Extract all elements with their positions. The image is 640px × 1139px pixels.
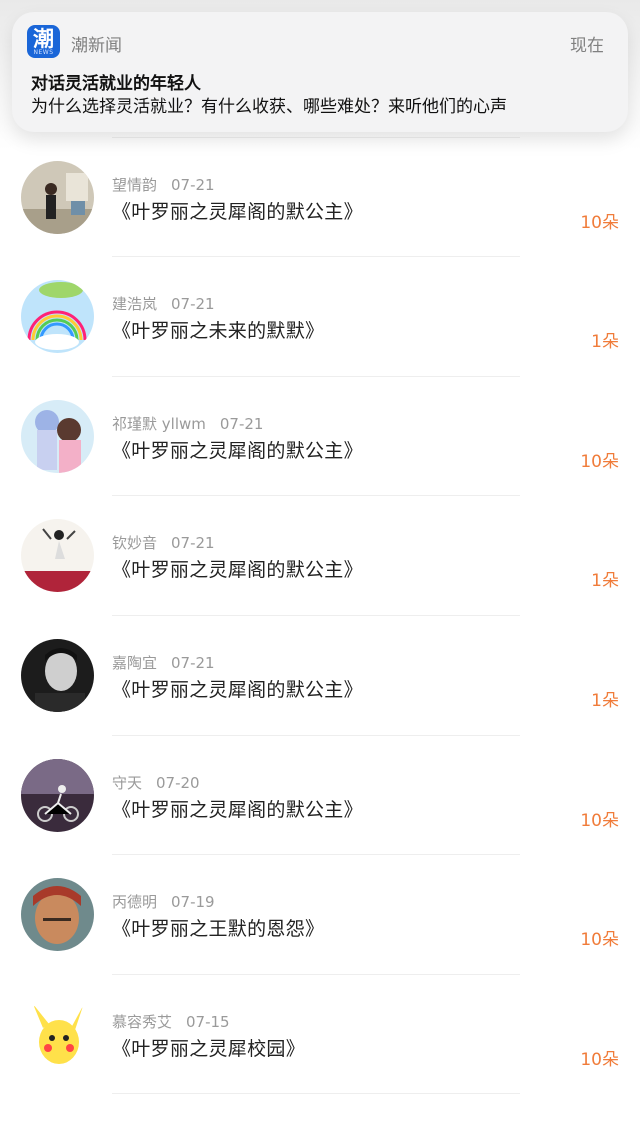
item-date: 07-21: [171, 175, 215, 194]
flower-count: 10朵: [580, 930, 619, 951]
notification-title: 对话灵活就业的年轻人: [31, 74, 201, 94]
item-meta: 丙德明 07-19: [112, 891, 215, 912]
notification-banner[interactable]: 潮 NEWS 潮新闻 现在 对话灵活就业的年轻人 为什么选择灵活就业？有什么收获…: [12, 12, 628, 132]
item-meta: 祁瑾默 yllwm 07-21: [112, 413, 263, 434]
item-date: 07-19: [171, 893, 215, 912]
list-item[interactable]: 守天 07-20 《叶罗丽之灵犀阁的默公主》 10朵: [0, 736, 640, 856]
avatar[interactable]: [21, 638, 94, 712]
book-title: 《叶罗丽之王默的恩怨》: [112, 918, 325, 941]
app-icon: 潮 NEWS: [27, 25, 60, 58]
gift-list: 《叶罗丽之灵犀阁的默公主》1朵望情韵07-21《叶罗丽之灵犀阁的默公主》10朵建…: [0, 18, 640, 1095]
avatar[interactable]: [21, 758, 94, 832]
user-name: 祁瑾默 yllwm: [112, 414, 206, 433]
book-title: 《叶罗丽之灵犀校园》: [112, 1037, 306, 1060]
row-divider: [112, 1093, 520, 1095]
list-item[interactable]: 嘉陶宜 07-21 《叶罗丽之灵犀阁的默公主》 1朵: [0, 616, 640, 736]
list-item[interactable]: 望情韵 07-21 《叶罗丽之灵犀阁的默公主》 10朵: [0, 138, 640, 258]
item-date: 07-21: [171, 653, 215, 672]
item-meta: 钦妙音 07-21: [112, 532, 215, 553]
item-meta: 慕容秀艾 07-15: [112, 1011, 230, 1032]
user-name: 望情韵: [112, 175, 158, 194]
item-meta: 嘉陶宜 07-21: [112, 652, 215, 673]
item-meta: 守天 07-20: [112, 772, 200, 793]
item-meta: 望情韵 07-21: [112, 174, 215, 195]
book-title: 《叶罗丽之未来的默默》: [112, 320, 325, 343]
item-date: 07-20: [156, 773, 200, 792]
app-icon-sub: NEWS: [33, 49, 54, 56]
user-name: 守天: [112, 773, 143, 792]
list-item[interactable]: 慕容秀艾 07-15 《叶罗丽之灵犀校园》 10朵: [0, 975, 640, 1095]
item-date: 07-21: [219, 414, 264, 433]
book-title: 《叶罗丽之灵犀阁的默公主》: [112, 678, 363, 701]
flower-count: 1朵: [591, 571, 619, 592]
avatar[interactable]: [21, 878, 94, 952]
notification-time: 现在: [570, 36, 604, 56]
list-item[interactable]: 丙德明 07-19 《叶罗丽之王默的恩怨》 10朵: [0, 855, 640, 975]
app-name: 潮新闻: [71, 36, 122, 56]
avatar[interactable]: [21, 399, 94, 473]
item-meta: 建浩岚 07-21: [112, 293, 215, 314]
user-name: 嘉陶宜: [112, 653, 158, 672]
list-item[interactable]: 祁瑾默 yllwm 07-21 《叶罗丽之灵犀阁的默公主》 10朵: [0, 377, 640, 497]
avatar[interactable]: [21, 997, 94, 1071]
book-title: 《叶罗丽之灵犀阁的默公主》: [112, 798, 363, 821]
avatar[interactable]: [21, 519, 94, 593]
notification-body: 为什么选择灵活就业？有什么收获、哪些难处？来听他们的心声: [31, 97, 507, 117]
app-icon-glyph: 潮: [33, 27, 54, 51]
list-item[interactable]: 建浩岚 07-21 《叶罗丽之未来的默默》 1朵: [0, 257, 640, 377]
avatar[interactable]: [21, 280, 94, 354]
book-title: 《叶罗丽之灵犀阁的默公主》: [112, 200, 363, 223]
avatar[interactable]: [21, 160, 94, 234]
item-date: 07-21: [171, 295, 215, 314]
book-title: 《叶罗丽之灵犀阁的默公主》: [112, 559, 363, 582]
flower-count: 10朵: [580, 1049, 619, 1070]
flower-count: 10朵: [580, 451, 619, 472]
flower-count: 10朵: [580, 810, 619, 831]
flower-count: 1朵: [591, 332, 619, 353]
user-name: 慕容秀艾: [112, 1012, 173, 1031]
flower-count: 1朵: [591, 690, 619, 711]
list-item[interactable]: 钦妙音 07-21 《叶罗丽之灵犀阁的默公主》 1朵: [0, 496, 640, 616]
user-name: 建浩岚: [112, 295, 158, 314]
item-date: 07-21: [171, 534, 215, 553]
book-title: 《叶罗丽之灵犀阁的默公主》: [112, 439, 363, 462]
flower-count: 10朵: [580, 212, 619, 233]
item-date: 07-15: [186, 1012, 230, 1031]
user-name: 钦妙音: [112, 534, 158, 553]
user-name: 丙德明: [112, 893, 158, 912]
